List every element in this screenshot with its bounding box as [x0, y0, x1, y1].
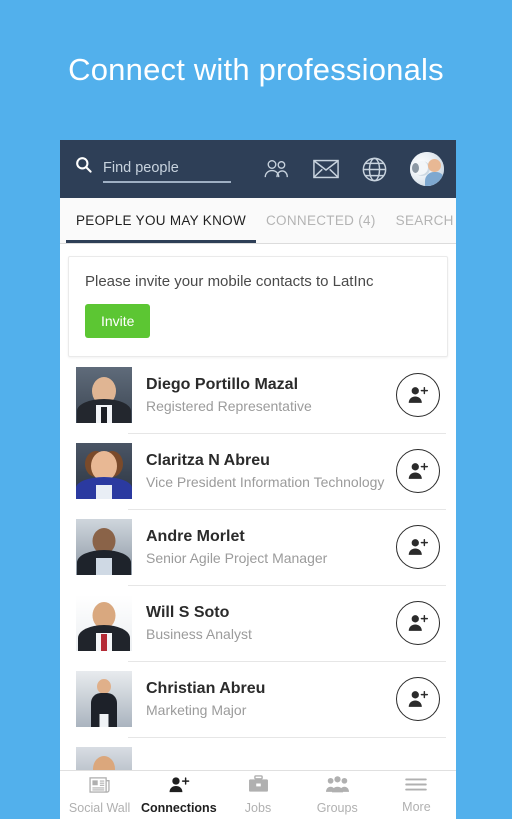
person-photo: [76, 595, 132, 651]
people-list: Diego Portillo Mazal Registered Represen…: [60, 357, 456, 770]
list-item[interactable]: Diego Portillo Mazal Registered Represen…: [68, 357, 448, 433]
tab-search[interactable]: SEARCH: [386, 198, 456, 243]
avatar-dog-ear: [412, 163, 419, 173]
nav-label: More: [402, 799, 431, 814]
search-container[interactable]: [74, 155, 263, 183]
list-item[interactable]: Christian Abreu Marketing Major: [68, 661, 448, 737]
nav-label: Groups: [316, 800, 358, 815]
person-title: Business Analyst: [146, 626, 252, 642]
list-item[interactable]: Claritza N Abreu Vice President Informat…: [68, 433, 448, 509]
tab-label: PEOPLE YOU MAY KNOW: [76, 213, 246, 228]
profile-avatar[interactable]: [410, 152, 444, 186]
globe-icon[interactable]: [362, 157, 387, 182]
avatar-face: [428, 159, 441, 172]
person-title: Registered Representative: [146, 398, 312, 414]
person-title: Vice President Information Technology: [146, 474, 385, 490]
newspaper-icon: [89, 776, 110, 798]
list-item[interactable]: [68, 737, 448, 770]
nav-item-jobs[interactable]: Jobs: [218, 775, 297, 815]
list-item[interactable]: Andre Morlet Senior Agile Project Manage…: [68, 509, 448, 585]
add-connection-button[interactable]: [396, 601, 440, 645]
tab-label: SEARCH: [395, 213, 454, 228]
person-name: Claritza N Abreu: [146, 452, 270, 469]
person-info: Andre Morlet Senior Agile Project Manage…: [146, 528, 388, 566]
nav-item-connections[interactable]: Connections: [139, 776, 218, 815]
search-icon: [74, 155, 93, 179]
group-icon: [325, 775, 349, 798]
people-icon[interactable]: [263, 158, 290, 180]
person-title: Marketing Major: [146, 702, 247, 718]
app-bar-actions: [263, 152, 444, 186]
invite-contacts-card: Please invite your mobile contacts to La…: [68, 256, 448, 357]
envelope-icon[interactable]: [313, 159, 339, 179]
avatar-body: [425, 172, 444, 186]
page-title: Connect with professionals: [68, 52, 444, 87]
bottom-navigation: Social Wall Connections Jobs Groups More: [60, 770, 456, 819]
list-item[interactable]: Will S Soto Business Analyst: [68, 585, 448, 661]
add-connection-button[interactable]: [396, 373, 440, 417]
nav-item-more[interactable]: More: [377, 777, 456, 814]
nav-label: Social Wall: [68, 800, 131, 815]
person-name: Andre Morlet: [146, 528, 245, 545]
person-photo: [76, 443, 132, 499]
person-title: Senior Agile Project Manager: [146, 550, 328, 566]
invite-button[interactable]: Invite: [85, 304, 151, 338]
person-photo: [76, 367, 132, 423]
phone-frame: PEOPLE YOU MAY KNOW CONNECTED (4) SEARCH…: [60, 140, 456, 819]
person-info: Will S Soto Business Analyst: [146, 604, 388, 642]
hero-banner: Connect with professionals: [0, 0, 512, 140]
nav-item-social-wall[interactable]: Social Wall: [60, 776, 139, 815]
nav-label: Connections: [140, 800, 217, 815]
tab-bar: PEOPLE YOU MAY KNOW CONNECTED (4) SEARCH…: [60, 198, 456, 244]
person-info: Diego Portillo Mazal Registered Represen…: [146, 376, 388, 414]
person-name: Christian Abreu: [146, 680, 266, 697]
search-input[interactable]: [103, 160, 231, 176]
person-info: Claritza N Abreu Vice President Informat…: [146, 452, 388, 490]
add-connection-button[interactable]: [396, 449, 440, 493]
person-photo: [76, 519, 132, 575]
nav-item-groups[interactable]: Groups: [298, 775, 377, 815]
briefcase-icon: [248, 775, 269, 798]
person-info: Christian Abreu Marketing Major: [146, 680, 388, 718]
person-name: Will S Soto: [146, 604, 230, 621]
app-bar: [60, 140, 456, 198]
person-add-icon: [168, 776, 190, 798]
tab-connected[interactable]: CONNECTED (4): [256, 198, 386, 243]
person-photo: [76, 671, 132, 727]
add-connection-button[interactable]: [396, 677, 440, 721]
hamburger-icon: [405, 777, 428, 797]
search-field: [103, 159, 231, 183]
add-connection-button[interactable]: [396, 525, 440, 569]
tab-people-you-may-know[interactable]: PEOPLE YOU MAY KNOW: [66, 198, 256, 243]
tab-label: CONNECTED (4): [266, 213, 376, 228]
invite-message: Please invite your mobile contacts to La…: [85, 273, 374, 290]
nav-label: Jobs: [244, 801, 272, 815]
person-photo: [76, 747, 132, 770]
content-scroll-area[interactable]: Please invite your mobile contacts to La…: [60, 244, 456, 770]
person-name: Diego Portillo Mazal: [146, 376, 299, 393]
